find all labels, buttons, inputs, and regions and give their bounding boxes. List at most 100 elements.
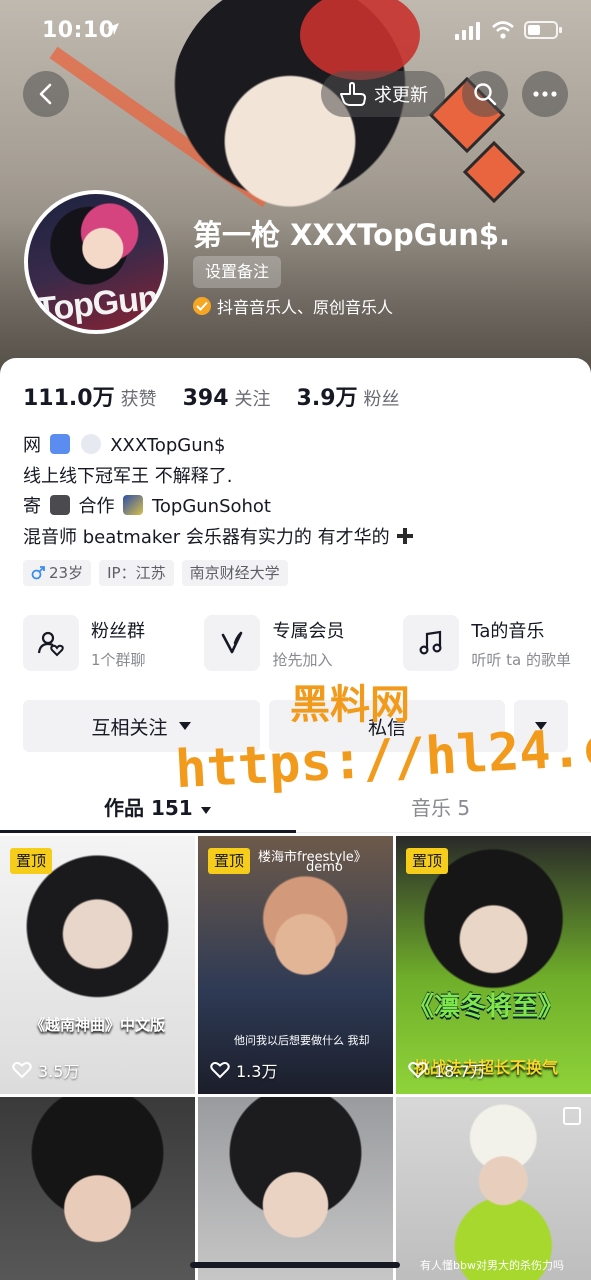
video-grid: 置顶 《越南神曲》中文版 3.5万 置顶 楼海市freestyle》 demo … <box>0 836 591 1280</box>
music-title: Ta的音乐 <box>471 620 545 642</box>
back-button[interactable] <box>23 71 69 117</box>
stat-likes-value: 111.0万 <box>23 386 115 411</box>
bio-line-4: 混音师 beatmaker 会乐器有实力的 有才华的 <box>23 523 415 554</box>
profile-tags: 23岁 IP：江苏 南京财经大学 <box>23 560 288 586</box>
verified-badge-icon <box>193 297 211 315</box>
poke-hand-icon <box>340 82 366 106</box>
school-tag[interactable]: 南京财经大学 <box>181 560 288 586</box>
banner-diamond-art-2 <box>462 140 526 204</box>
tab-active-indicator <box>0 830 296 833</box>
video-likes-count: 18.7万 <box>434 1062 486 1081</box>
music-subtitle: 听听 ta 的歌单 <box>471 650 571 669</box>
request-update-button[interactable]: 求更新 <box>321 71 445 117</box>
video-tile[interactable] <box>0 1097 195 1280</box>
pinned-badge: 置顶 <box>406 848 449 874</box>
tab-works[interactable]: 作品 151 <box>104 792 212 821</box>
age-tag-label: 23岁 <box>49 564 84 582</box>
video-subtitle: 他问我以后想要做什么 我却 <box>234 1034 370 1047</box>
video-likes: 3.5万 <box>12 1058 79 1082</box>
heart-icon <box>12 1062 32 1079</box>
tab-music[interactable]: 音乐 5 <box>411 792 470 821</box>
multi-image-icon <box>563 1107 581 1125</box>
location-arrow-icon <box>107 23 119 35</box>
profile-bio: 网 XXXTopGun$ 线上线下冠军王 不解释了. 寄 合作 TopGunSo… <box>23 431 415 553</box>
video-tile[interactable]: 有人懂bbw对男大的杀伤力吗 <box>396 1097 591 1280</box>
mutual-follow-label: 互相关注 <box>91 716 168 739</box>
stat-following-value: 394 <box>182 386 229 411</box>
set-remark-button[interactable]: 设置备注 <box>193 256 282 288</box>
plus-emoji-icon <box>397 527 414 544</box>
caret-down-icon <box>178 722 191 730</box>
bio-line-3: 寄 合作 TopGunSohot <box>23 492 415 523</box>
status-time: 10:10 <box>42 18 115 43</box>
ip-tag: IP：江苏 <box>99 560 174 586</box>
fan-group-subtitle: 1个群聊 <box>91 650 146 669</box>
membership-entry[interactable]: 专属会员 抢先加入 <box>204 615 344 671</box>
bio-text: TopGunSohot <box>151 496 271 517</box>
male-icon <box>31 566 45 580</box>
membership-title: 专属会员 <box>272 620 345 642</box>
stat-following-label: 关注 <box>234 389 271 410</box>
music-entry[interactable]: Ta的音乐 听听 ta 的歌单 <box>403 615 571 671</box>
battery-icon <box>524 21 562 39</box>
home-indicator <box>190 1262 400 1268</box>
keycap-one-emoji-icon <box>49 434 70 454</box>
bio-text: 混音师 beatmaker 会乐器有实力的 有才华的 <box>23 526 390 548</box>
verification-text: 抖音音乐人、原创音乐人 <box>217 298 394 317</box>
satellite-emoji-icon <box>123 495 144 515</box>
bio-text: XXXTopGun$ <box>110 435 226 456</box>
pinned-badge: 置顶 <box>10 848 53 874</box>
bio-line-1: 网 XXXTopGun$ <box>23 431 415 462</box>
cloud-emoji-icon <box>81 434 102 454</box>
heart-icon <box>210 1062 230 1079</box>
status-bar: 10:10 <box>0 0 591 62</box>
video-tile[interactable] <box>198 1097 393 1280</box>
avatar[interactable]: TopGun <box>24 190 168 334</box>
fan-group-icon <box>23 615 79 671</box>
stat-followers[interactable]: 3.9万 粉丝 <box>297 380 400 412</box>
heart-icon <box>408 1062 428 1079</box>
message-button[interactable]: 私信 <box>269 700 505 752</box>
wifi-icon <box>492 21 514 39</box>
bio-text: 寄 <box>23 496 41 517</box>
recommend-dropdown-button[interactable] <box>514 700 568 752</box>
caret-down-icon <box>200 807 211 814</box>
video-caption: 《凛冬将至》 <box>408 992 565 1022</box>
membership-subtitle: 抢先加入 <box>272 650 333 669</box>
music-note-icon <box>403 615 460 671</box>
age-tag: 23岁 <box>23 560 92 586</box>
content-tabs: 作品 151 音乐 5 <box>0 778 591 833</box>
cellular-signal-icon <box>455 22 480 40</box>
stat-followers-label: 粉丝 <box>363 389 400 410</box>
video-caption: 《越南神曲》中文版 <box>30 1016 166 1034</box>
profile-actions: 互相关注 私信 <box>23 700 568 752</box>
membership-icon <box>204 615 261 671</box>
caret-down-icon <box>535 722 547 730</box>
feature-entries: 粉丝群 1个群聊 专属会员 抢先加入 Ta的音乐 听听 ta 的歌单 <box>23 615 571 671</box>
video-tile[interactable]: 置顶 《凛冬将至》 挑战法去超长不换气 18.7万 <box>396 836 591 1094</box>
more-dots-icon <box>533 91 557 97</box>
stat-likes[interactable]: 111.0万 获赞 <box>23 380 157 412</box>
stat-following[interactable]: 394 关注 <box>183 385 271 411</box>
stat-followers-value: 3.9万 <box>296 386 358 411</box>
video-tile[interactable]: 置顶 楼海市freestyle》 demo 他问我以后想要做什么 我却 1.3万 <box>198 836 393 1094</box>
more-options-button[interactable] <box>522 71 568 117</box>
video-subtitle: 有人懂bbw对男大的杀伤力吗 <box>420 1259 564 1272</box>
video-likes-count: 3.5万 <box>38 1062 80 1081</box>
search-button[interactable] <box>462 71 508 117</box>
chevron-left-icon <box>39 83 52 105</box>
video-likes-count: 1.3万 <box>236 1062 278 1081</box>
bio-text: 网 <box>23 435 41 456</box>
request-update-label: 求更新 <box>374 85 428 106</box>
fan-group-title: 粉丝群 <box>91 620 145 642</box>
mutual-follow-button[interactable]: 互相关注 <box>23 700 260 752</box>
video-likes: 18.7万 <box>408 1058 486 1082</box>
search-icon <box>474 83 497 106</box>
fan-group-entry[interactable]: 粉丝群 1个群聊 <box>23 615 146 671</box>
video-likes: 1.3万 <box>210 1058 277 1082</box>
camera-emoji-icon <box>49 495 70 515</box>
stat-likes-label: 获赞 <box>120 389 157 410</box>
video-caption-demo: demo <box>306 860 343 875</box>
tab-works-label: 作品 151 <box>104 796 193 820</box>
video-tile[interactable]: 置顶 《越南神曲》中文版 3.5万 <box>0 836 195 1094</box>
